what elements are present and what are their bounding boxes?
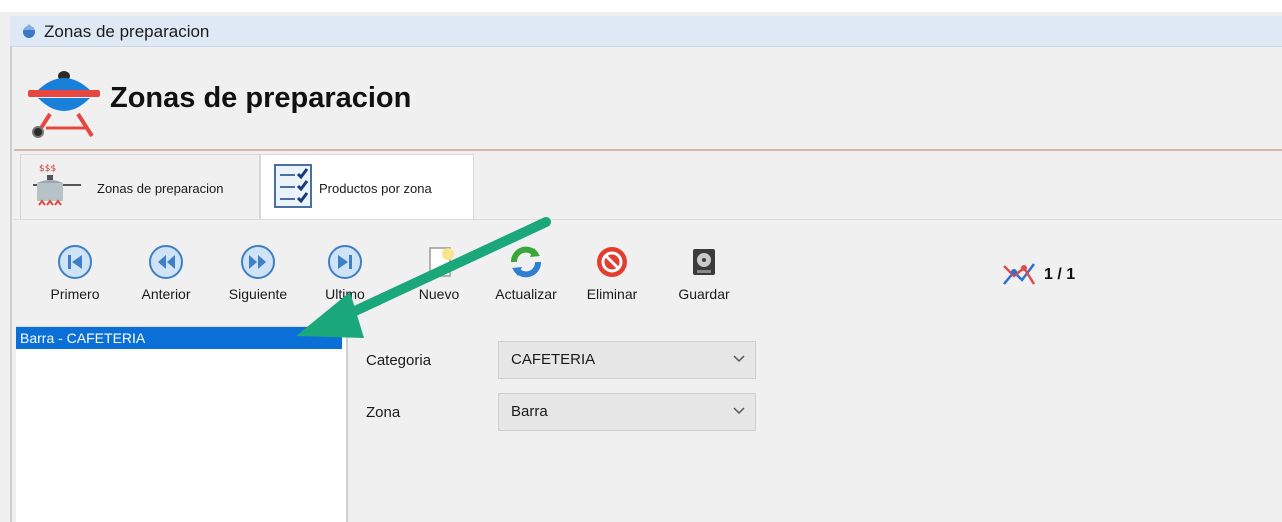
new-button[interactable]: Nuevo: [404, 236, 474, 316]
tab-zonas-de-preparacion[interactable]: $$$ Zonas de preparacion: [20, 154, 260, 219]
app-icon: [23, 24, 35, 38]
zone-value: Barra: [511, 403, 548, 420]
svg-text:$$$: $$$: [39, 164, 56, 174]
tab-label: Productos por zona: [319, 181, 432, 196]
records-list[interactable]: Barra - CAFETERIA: [16, 326, 348, 522]
last-button[interactable]: Ultimo: [310, 236, 380, 316]
previous-record-icon: [149, 245, 183, 279]
save-button[interactable]: Guardar: [664, 236, 744, 316]
refresh-icon: [511, 246, 541, 278]
zone-select[interactable]: Barra: [498, 393, 756, 431]
hard-drive-icon: [693, 249, 715, 275]
new-label: Nuevo: [418, 286, 460, 302]
save-label: Guardar: [678, 286, 730, 302]
refresh-label: Actualizar: [495, 286, 557, 302]
delete-label: Eliminar: [586, 286, 638, 302]
grill-icon: [28, 71, 100, 138]
first-button[interactable]: Primero: [40, 236, 110, 316]
record-counter: 1 / 1: [1044, 266, 1076, 283]
first-label: Primero: [50, 286, 100, 302]
previous-button[interactable]: Anterior: [126, 236, 206, 316]
category-value: CAFETERIA: [511, 351, 596, 368]
delete-icon: [597, 247, 627, 277]
tab-productos-por-zona[interactable]: Productos por zona: [260, 154, 474, 219]
next-record-icon: [241, 245, 275, 279]
outer-margin: [0, 0, 1282, 12]
list-item[interactable]: Barra - CAFETERIA: [16, 327, 342, 349]
record-counter-icon: [1003, 263, 1036, 285]
next-label: Siguiente: [228, 286, 288, 302]
checklist-icon: [274, 164, 312, 208]
chevron-down-icon: [733, 407, 745, 415]
cooking-pot-icon: $$$: [33, 164, 81, 206]
category-label: Categoria: [366, 352, 432, 369]
tab-label: Zonas de preparacion: [97, 181, 224, 196]
page-title: Zonas de preparacion: [110, 82, 412, 114]
first-record-icon: [58, 245, 92, 279]
next-button[interactable]: Siguiente: [216, 236, 300, 316]
category-select[interactable]: CAFETERIA: [498, 341, 756, 379]
chevron-down-icon: [733, 355, 745, 363]
refresh-button[interactable]: Actualizar: [484, 236, 568, 316]
window-border: [10, 46, 12, 522]
last-label: Ultimo: [325, 286, 365, 302]
delete-button[interactable]: Eliminar: [574, 236, 650, 316]
application-window: Zonas de preparacion Zonas de preparacio…: [0, 0, 1282, 522]
window-title: Zonas de preparacion: [44, 22, 210, 41]
new-document-icon: [429, 247, 454, 277]
previous-label: Anterior: [141, 286, 191, 302]
zone-label: Zona: [366, 404, 401, 421]
last-record-icon: [328, 245, 362, 279]
